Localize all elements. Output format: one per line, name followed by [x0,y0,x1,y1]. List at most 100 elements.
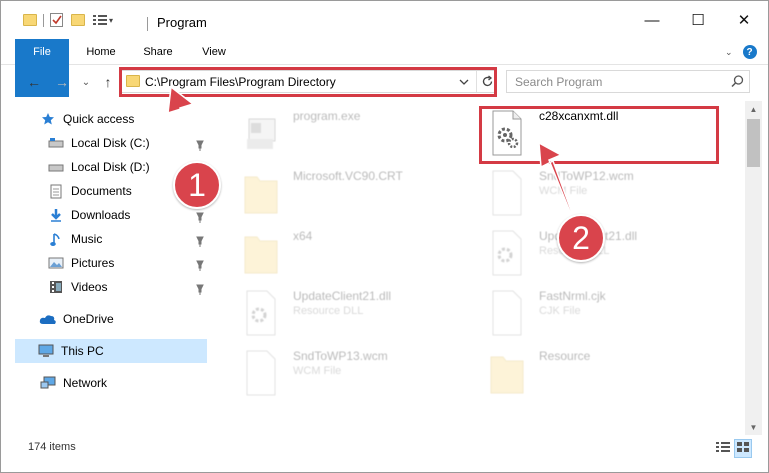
sidebar-item-label: Music [71,232,103,246]
exe-icon [247,118,276,149]
tab-home[interactable]: Home [77,39,125,65]
folder-item[interactable]: Microsoft.VC90.CRT [233,165,463,223]
search-icon[interactable] [730,74,745,89]
sidebar-item-label: Downloads [71,208,131,222]
file-type: CJK File [539,305,581,317]
sidebar-item-music[interactable]: Music [47,227,197,251]
computer-icon [37,343,55,359]
sidebar-item-label: Videos [71,280,108,294]
maximize-button[interactable]: ☐ [675,1,721,39]
item-count: 174 items [28,441,76,453]
music-icon [47,231,65,247]
file-item[interactable]: SndToWP12.wcm WCM File [479,165,709,223]
file-item[interactable]: program.exe [233,105,463,163]
sidebar-item-label: Pictures [71,256,115,270]
file-highlight-box [479,106,719,164]
pin-icon[interactable] [195,235,205,247]
file-item[interactable]: FastNrml.cjk CJK File [479,285,709,343]
recent-locations-button[interactable]: ⌄ [75,71,97,93]
sidebar-item-label: Local Disk (D:) [71,160,150,174]
title-bar: ▾ Program — ☐ ✕ [1,1,768,39]
drive-icon [47,159,65,175]
pin-icon[interactable] [195,259,205,271]
document-icon [492,170,522,216]
folder-icon [23,14,37,26]
sidebar-item-label: Documents [71,184,132,198]
details-view-icon[interactable] [715,440,731,457]
folder-item[interactable]: Resource [479,345,709,403]
file-name: Resource [539,349,591,363]
title-separator [147,17,148,31]
tiles-view-icon[interactable] [734,439,752,458]
file-name: x64 [293,229,313,243]
status-bar: 174 items [1,437,768,459]
sidebar-item-label: Local Disk (C:) [71,136,150,150]
sidebar-item-quick-access[interactable]: Quick access [39,107,209,131]
folder-icon [490,356,524,394]
expand-ribbon-icon[interactable]: ⌄ [725,47,733,58]
file-name: SndToWP12.wcm [539,169,634,183]
vertical-scrollbar[interactable]: ▲ ▼ [745,101,762,435]
sidebar-item-local-disk-c[interactable]: Local Disk (C:) [47,131,197,155]
search-input[interactable] [507,71,727,92]
scroll-down-icon[interactable]: ▼ [745,419,762,435]
forward-button[interactable]: → [51,71,73,93]
tab-share[interactable]: Share [133,39,183,65]
view-toggle [715,439,752,458]
customize-icon[interactable] [93,14,107,26]
folder-item[interactable]: x64 [233,225,463,283]
document-icon [246,350,276,396]
up-button[interactable]: ↑ [97,71,119,93]
file-name: Microsoft.VC90.CRT [293,169,403,183]
quick-access-toolbar: ▾ [23,1,113,39]
sidebar-item-downloads[interactable]: Downloads [47,203,197,227]
documents-icon [47,183,65,199]
sidebar-item-this-pc[interactable]: This PC [15,339,207,363]
sidebar-item-pictures[interactable]: Pictures [47,251,197,275]
properties-icon[interactable] [50,13,63,27]
dll-gear-icon [246,290,276,336]
navigation-pane: Quick access Local Disk (C:) Local Disk … [1,101,211,435]
minimize-button[interactable]: — [629,1,675,39]
drive-icon [47,135,65,151]
ribbon-tabs: File Home Share View ⌄ ? [1,39,768,97]
close-button[interactable]: ✕ [721,1,767,39]
address-highlight-box [119,67,497,97]
help-icon[interactable]: ? [742,45,757,59]
cloud-icon [39,311,57,327]
sidebar-item-label: OneDrive [63,312,114,326]
scroll-thumb[interactable] [747,119,760,167]
file-type: Resource DLL [293,305,364,317]
pin-icon[interactable] [195,139,205,151]
star-icon [39,111,57,127]
sidebar-item-label: Quick access [63,112,135,126]
file-name: FastNrml.cjk [539,289,606,303]
dropdown-icon[interactable]: ▾ [109,16,113,25]
scroll-up-icon[interactable]: ▲ [745,101,762,117]
sidebar-item-videos[interactable]: Videos [47,275,197,299]
ribbon-controls: ⌄ ? [725,39,757,65]
sidebar-item-onedrive[interactable]: OneDrive [39,307,209,331]
folder-icon [244,176,278,214]
videos-icon [47,279,65,295]
network-icon [39,375,57,391]
pin-icon[interactable] [195,211,205,223]
new-folder-icon[interactable] [71,14,85,26]
tab-view[interactable]: View [191,39,237,65]
step-2-badge: 2 [557,214,605,262]
file-name: program.exe [293,109,361,123]
file-item[interactable]: SndToWP13.wcm WCM File [233,345,463,403]
file-name: UpdateClient21.dll [293,289,392,303]
pictures-icon [47,255,65,271]
search-box[interactable] [506,70,750,93]
file-item[interactable]: UpdateClient21.dll Resource DLL [233,285,463,343]
back-button[interactable]: ← [23,71,45,93]
sidebar-item-network[interactable]: Network [39,371,209,395]
document-icon [492,290,522,336]
file-type: WCM File [539,185,588,197]
download-icon [47,207,65,223]
pin-icon[interactable] [195,283,205,295]
window-title: Program [157,15,207,30]
separator [43,13,44,27]
dll-gear-icon [492,230,522,276]
